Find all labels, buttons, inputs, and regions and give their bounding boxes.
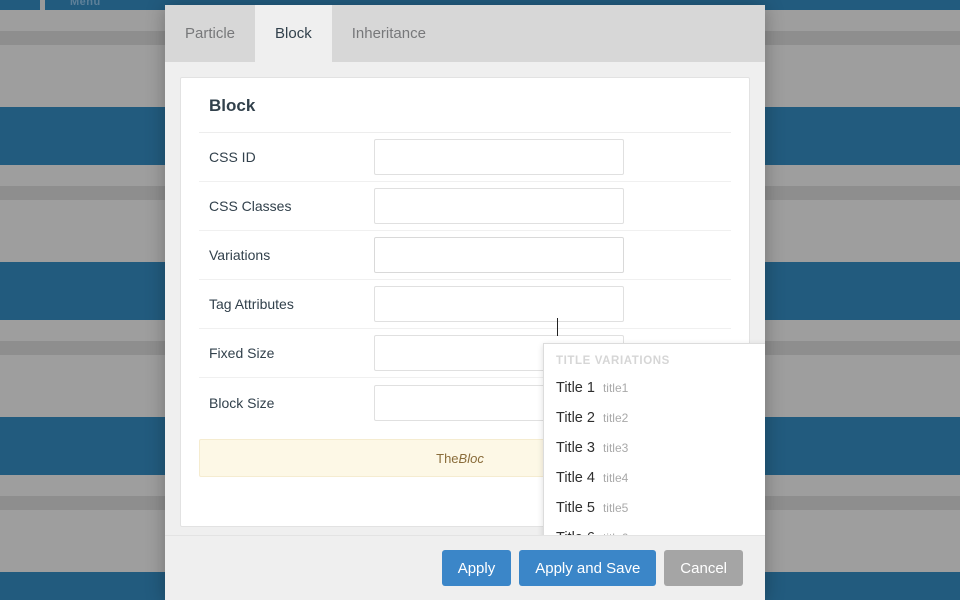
background-menu-label: Menu: [70, 0, 101, 8]
dropdown-item-key: title4: [602, 471, 629, 485]
dropdown-item-title: Title 4: [556, 470, 595, 486]
input-tag-attributes[interactable]: [374, 286, 624, 322]
dropdown-item-title: Title 2: [556, 410, 595, 426]
info-banner-prefix: The: [436, 450, 459, 466]
page-title: Block: [199, 78, 731, 133]
dropdown-group-label: TITLE VARIATIONS: [556, 355, 670, 367]
tab-block[interactable]: Block: [255, 5, 332, 62]
modal-body: Block CSS ID CSS Classes Variations Tag Att…: [165, 62, 765, 535]
dropdown-item-key: title3: [602, 441, 629, 455]
field-label-tag-attributes: Tag Attributes: [209, 296, 294, 312]
dropdown-item-list: Title 1 title1 Title 2 title2 Title 3 title3 T…: [544, 373, 765, 535]
dropdown-item-key: title1: [602, 381, 629, 395]
dropdown-item-title: Title 5: [556, 500, 595, 516]
input-variations[interactable]: [374, 237, 624, 273]
modal-tab-bar: Particle Block Inheritance: [165, 5, 765, 62]
field-label-css-classes: CSS Classes: [209, 198, 292, 214]
dropdown-item-title: Title 1: [556, 380, 595, 396]
field-row: Variations: [199, 231, 731, 280]
tab-particle[interactable]: Particle: [165, 5, 255, 62]
field-label-fixed-size: Fixed Size: [209, 345, 275, 361]
dropdown-item[interactable]: Title 4 title4: [544, 463, 765, 493]
dropdown-item-key: title5: [602, 501, 629, 515]
info-banner-emphasis: Bloc: [458, 450, 484, 466]
dropdown-item[interactable]: Title 1 title1: [544, 373, 765, 403]
dropdown-item[interactable]: Title 3 title3: [544, 433, 765, 463]
dropdown-item-key: title6: [603, 531, 628, 535]
dropdown-item-title: Title 6: [556, 530, 595, 535]
apply-and-save-button[interactable]: Apply and Save: [519, 550, 657, 586]
apply-button[interactable]: Apply: [441, 550, 512, 586]
input-css-id[interactable]: [374, 139, 624, 175]
block-settings-modal: Particle Block Inheritance Block CSS ID CSS…: [165, 5, 765, 600]
dropdown-item[interactable]: Title 2 title2: [544, 403, 765, 433]
field-row: Tag Attributes: [199, 280, 731, 329]
field-row: CSS Classes: [199, 182, 731, 231]
cancel-button[interactable]: Cancel: [664, 550, 743, 586]
variations-dropdown[interactable]: TITLE VARIATIONS Title 1 title1 Title 2 tit…: [543, 343, 765, 535]
modal-footer: Apply Apply and Save Cancel: [165, 535, 765, 600]
field-label-block-size: Block Size: [209, 394, 275, 411]
field-label-variations: Variations: [209, 247, 271, 263]
background-topbar-gap: [40, 0, 45, 10]
input-css-classes[interactable]: [374, 188, 624, 224]
dropdown-item[interactable]: Title 6 title6: [544, 523, 765, 535]
text-cursor: [557, 318, 558, 336]
dropdown-item-key: title2: [602, 411, 629, 425]
field-label-css-id: CSS ID: [209, 149, 256, 165]
dropdown-item-title: Title 3: [556, 440, 595, 456]
field-row: CSS ID: [199, 133, 731, 182]
dropdown-item[interactable]: Title 5 title5: [544, 493, 765, 523]
tab-inheritance[interactable]: Inheritance: [332, 5, 446, 62]
